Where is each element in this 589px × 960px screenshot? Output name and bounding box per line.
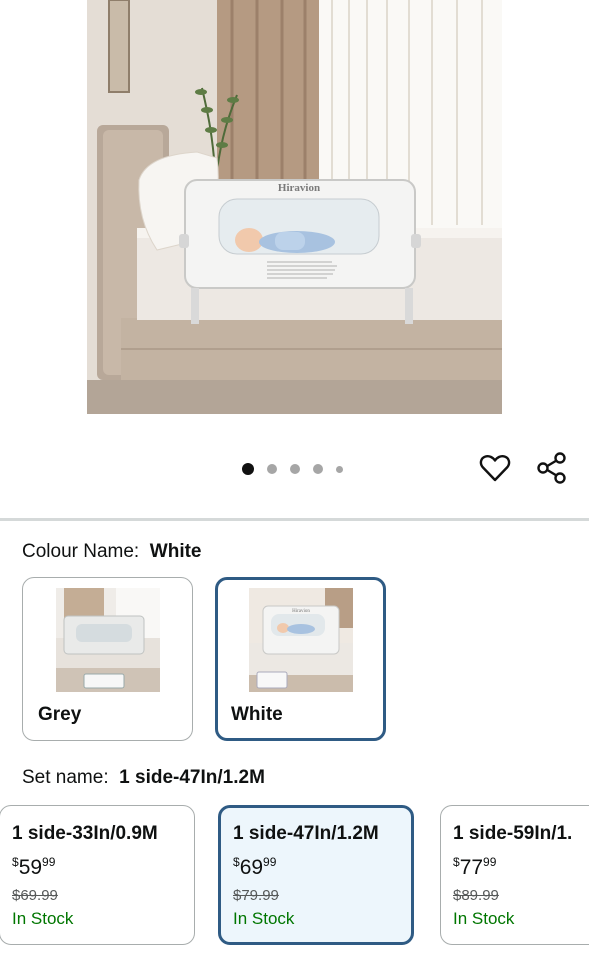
set-option-title: 1 side-33In/0.9M xyxy=(12,823,158,844)
svg-text:Hiravion: Hiravion xyxy=(292,609,310,614)
grey-thumbnail xyxy=(56,588,160,692)
svg-text:Hiravion: Hiravion xyxy=(278,182,320,194)
carousel-indicator[interactable] xyxy=(242,462,343,476)
set-option-stock: In Stock xyxy=(12,909,74,928)
set-option-price: $7799 xyxy=(453,855,497,879)
set-option-list-price: $69.99 xyxy=(12,887,58,904)
set-option-47in[interactable]: 1 side-47In/1.2M $6999 $79.99 In Stock xyxy=(218,805,414,945)
set-option-title: 1 side-47In/1.2M xyxy=(233,823,379,844)
share-icon[interactable] xyxy=(535,451,569,485)
set-option-list-price: $79.99 xyxy=(233,887,279,904)
colour-name-label: Colour Name: White xyxy=(22,541,202,563)
carousel-dot[interactable] xyxy=(313,464,323,474)
carousel-dot-active[interactable] xyxy=(242,463,254,475)
set-label-text: Set name: xyxy=(22,767,109,788)
product-image[interactable]: Hiravion xyxy=(87,0,502,414)
section-divider xyxy=(0,518,589,521)
set-option-price: $6999 xyxy=(233,855,277,879)
set-option-59in[interactable]: 1 side-59In/1. $7799 $89.99 In Stock xyxy=(440,805,589,945)
carousel-dot[interactable] xyxy=(290,464,300,474)
colour-label-text: Colour Name: xyxy=(22,541,140,562)
colour-option-white[interactable]: Hiravion White xyxy=(215,577,386,741)
carousel-dot[interactable] xyxy=(267,464,277,474)
set-option-stock: In Stock xyxy=(453,909,515,928)
set-option-list-price: $89.99 xyxy=(453,887,499,904)
set-option-title: 1 side-59In/1. xyxy=(453,823,573,844)
carousel-dot[interactable] xyxy=(336,465,343,473)
bed-rail-photo: Hiravion xyxy=(87,0,502,414)
set-selected-value: 1 side-47In/1.2M xyxy=(119,767,265,788)
heart-icon[interactable] xyxy=(478,451,512,485)
colour-option-label: White xyxy=(231,704,283,725)
set-option-stock: In Stock xyxy=(233,909,295,928)
set-name-label: Set name: 1 side-47In/1.2M xyxy=(22,767,265,789)
colour-option-label: Grey xyxy=(38,704,82,725)
white-thumbnail: Hiravion xyxy=(249,588,353,692)
set-option-33in[interactable]: 1 side-33In/0.9M $5999 $69.99 In Stock xyxy=(0,805,195,945)
colour-selected-value: White xyxy=(149,541,202,562)
colour-option-grey[interactable]: Grey xyxy=(22,577,193,741)
set-option-price: $5999 xyxy=(12,855,56,879)
